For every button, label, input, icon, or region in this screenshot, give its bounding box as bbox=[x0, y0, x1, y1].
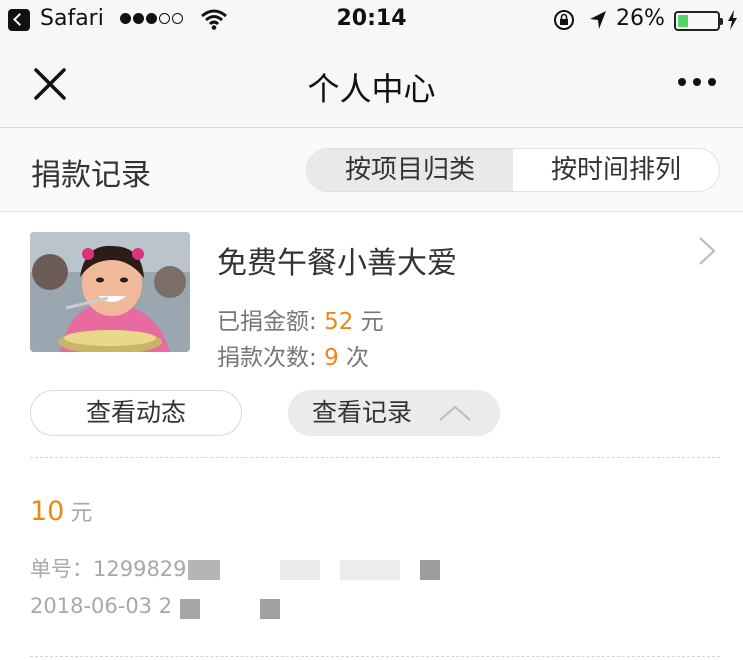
record-order-number: 单号：1299829 bbox=[30, 557, 187, 581]
view-records-button[interactable]: 查看记录 bbox=[288, 390, 500, 436]
redaction-mosaic bbox=[180, 599, 200, 619]
location-arrow-icon bbox=[590, 11, 606, 29]
chevron-right-icon[interactable] bbox=[697, 236, 717, 266]
view-records-label: 查看记录 bbox=[312, 398, 413, 427]
donation-records-header: 捐款记录 按项目归类 按时间排列 bbox=[0, 128, 743, 212]
project-thumbnail[interactable] bbox=[30, 232, 190, 352]
charging-bolt-icon bbox=[728, 10, 737, 30]
battery-icon bbox=[674, 11, 723, 31]
record-amount-value: 10 bbox=[30, 496, 65, 527]
tab-by-project[interactable]: 按项目归类 bbox=[307, 149, 513, 191]
record-date: 2018-06-03 2 bbox=[30, 594, 173, 618]
redaction-mosaic bbox=[420, 560, 440, 580]
divider bbox=[30, 457, 720, 458]
redaction-mosaic bbox=[188, 560, 220, 580]
view-feed-button[interactable]: 查看动态 bbox=[30, 390, 242, 436]
donated-amount-value: 52 bbox=[324, 309, 354, 335]
donated-amount-unit: 元 bbox=[360, 309, 384, 335]
status-bar: Safari 20:14 26% bbox=[0, 0, 743, 40]
record-amount: 10 元 bbox=[30, 495, 92, 527]
chevron-up-icon bbox=[439, 405, 471, 421]
record-amount-unit: 元 bbox=[70, 501, 93, 526]
redaction-mosaic bbox=[280, 560, 320, 580]
more-dots-icon[interactable] bbox=[678, 78, 716, 86]
rotation-lock-icon bbox=[554, 10, 574, 30]
project-name[interactable]: 免费午餐小善大爱 bbox=[217, 238, 457, 282]
donated-amount: 已捐金额: 52 元 bbox=[217, 302, 384, 336]
donation-count-value: 9 bbox=[324, 345, 339, 371]
section-title: 捐款记录 bbox=[31, 158, 151, 193]
divider bbox=[30, 656, 720, 657]
donation-count-label: 捐款次数: bbox=[217, 345, 317, 371]
donation-count-unit: 次 bbox=[346, 345, 370, 371]
donated-amount-label: 已捐金额: bbox=[217, 309, 317, 335]
redaction-mosaic bbox=[260, 599, 280, 619]
tab-by-time[interactable]: 按时间排列 bbox=[513, 149, 719, 191]
donation-count: 捐款次数: 9 次 bbox=[217, 338, 369, 372]
battery-percent: 26% bbox=[616, 6, 665, 31]
redaction-mosaic bbox=[340, 560, 400, 580]
sort-segmented-control: 按项目归类 按时间排列 bbox=[306, 148, 720, 192]
page-title: 个人中心 bbox=[307, 70, 436, 108]
nav-bar: 个人中心 bbox=[0, 40, 743, 128]
battery-level-fill bbox=[678, 15, 688, 27]
